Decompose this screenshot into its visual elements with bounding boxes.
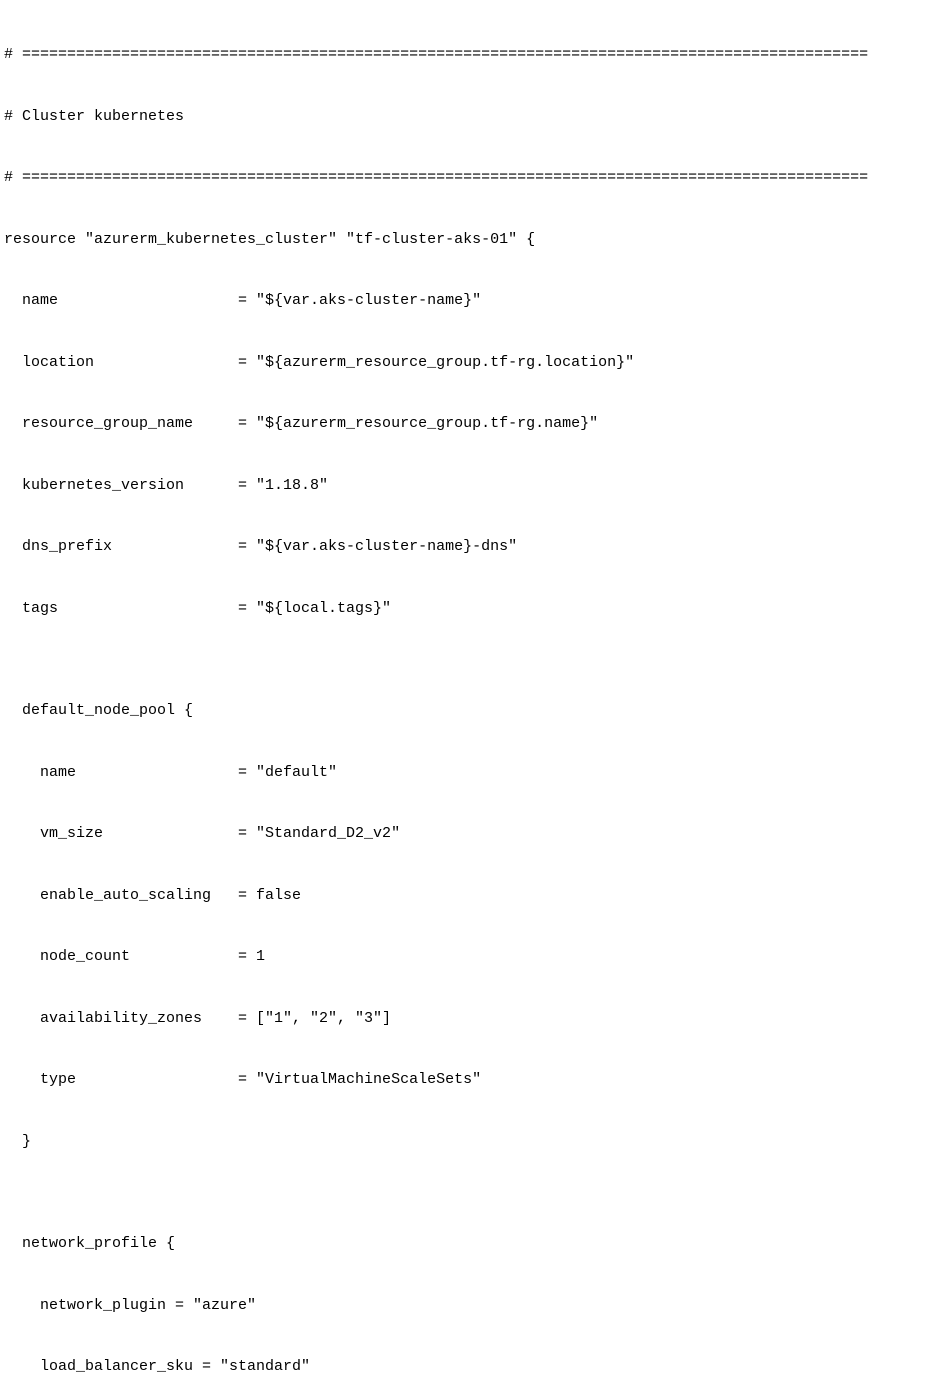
code-line: enable_auto_scaling = false	[4, 886, 933, 907]
code-line: kubernetes_version = "1.18.8"	[4, 476, 933, 497]
code-line: # ======================================…	[4, 168, 933, 189]
code-line: location = "${azurerm_resource_group.tf-…	[4, 353, 933, 374]
code-line: network_profile {	[4, 1234, 933, 1255]
code-line: vm_size = "Standard_D2_v2"	[4, 824, 933, 845]
code-line: load_balancer_sku = "standard"	[4, 1357, 933, 1378]
code-line: }	[4, 1132, 933, 1153]
code-line: resource_group_name = "${azurerm_resourc…	[4, 414, 933, 435]
code-line: resource "azurerm_kubernetes_cluster" "t…	[4, 230, 933, 251]
code-line: node_count = 1	[4, 947, 933, 968]
code-line: # ======================================…	[4, 45, 933, 66]
code-line: dns_prefix = "${var.aks-cluster-name}-dn…	[4, 537, 933, 558]
code-line: default_node_pool {	[4, 701, 933, 722]
code-line: tags = "${local.tags}"	[4, 599, 933, 620]
code-line: network_plugin = "azure"	[4, 1296, 933, 1317]
code-block: # ======================================…	[4, 4, 933, 1386]
code-line: type = "VirtualMachineScaleSets"	[4, 1070, 933, 1091]
code-line: name = "${var.aks-cluster-name}"	[4, 291, 933, 312]
code-line: # Cluster kubernetes	[4, 107, 933, 128]
code-line: availability_zones = ["1", "2", "3"]	[4, 1009, 933, 1030]
code-line: name = "default"	[4, 763, 933, 784]
